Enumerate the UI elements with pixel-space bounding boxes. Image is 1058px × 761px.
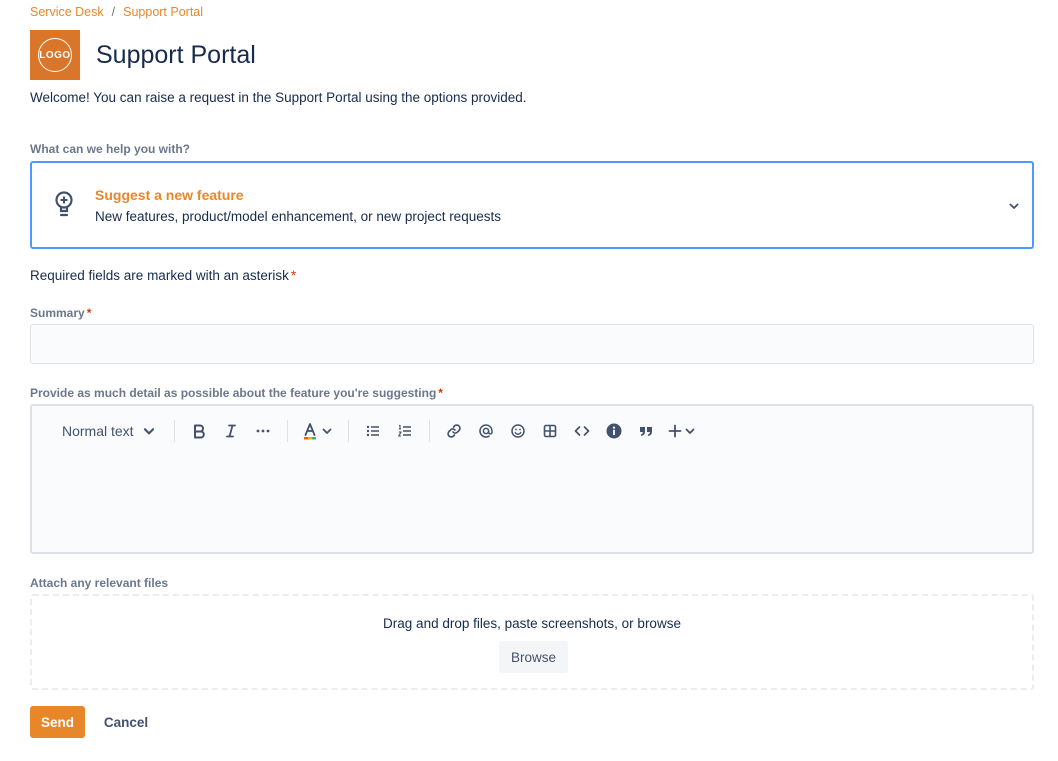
request-type-title: Suggest a new feature: [95, 187, 244, 203]
send-button[interactable]: Send: [30, 706, 85, 738]
detail-label: Provide as much detail as possible about…: [30, 386, 443, 400]
toolbar-divider: [173, 420, 175, 442]
attach-label: Attach any relevant files: [30, 576, 169, 590]
more-formatting-icon: [256, 429, 269, 433]
request-type-select[interactable]: Suggest a new feature New features, prod…: [30, 161, 1034, 249]
summary-asterisk: *: [86, 306, 92, 320]
detail-editor-textarea[interactable]: [32, 456, 1032, 552]
code-button[interactable]: [566, 417, 598, 445]
chevron-down-icon: [685, 428, 694, 434]
link-icon: [446, 424, 461, 438]
browse-button[interactable]: Browse: [499, 641, 568, 673]
file-dropzone[interactable]: Drag and drop files, paste screenshots, …: [30, 594, 1034, 690]
table-button[interactable]: [534, 417, 566, 445]
table-icon: [543, 424, 556, 438]
more-formatting-button[interactable]: [247, 417, 279, 445]
breadcrumb-service-desk[interactable]: Service Desk: [30, 5, 104, 19]
info-panel-button[interactable]: [598, 417, 630, 445]
chevron-down-icon: [143, 428, 154, 435]
text-color-icon: [304, 423, 317, 440]
chevron-down-icon: [1009, 203, 1019, 209]
summary-input[interactable]: [30, 324, 1034, 364]
summary-label: Summary *: [30, 306, 91, 320]
logo-text: LOGO: [39, 49, 71, 61]
summary-label-text: Summary: [30, 306, 85, 320]
text-color-button[interactable]: [296, 417, 340, 445]
editor-toolbar: Normal text: [32, 406, 1032, 456]
bold-button[interactable]: [183, 417, 215, 445]
mention-icon: [478, 424, 493, 438]
required-fields-note: Required fields are marked with an aster…: [30, 268, 296, 283]
emoji-button[interactable]: [502, 417, 534, 445]
breadcrumb-separator: /: [111, 5, 116, 19]
code-icon: [574, 426, 589, 436]
insert-plus-icon: [668, 424, 681, 438]
breadcrumb-support-portal[interactable]: Support Portal: [123, 5, 203, 19]
detail-editor: Normal text: [30, 404, 1034, 554]
quote-button[interactable]: [630, 417, 662, 445]
portal-logo: LOGO: [30, 30, 80, 80]
detail-asterisk: *: [438, 386, 443, 400]
detail-label-text: Provide as much detail as possible about…: [30, 386, 437, 400]
breadcrumb: Service Desk / Support Portal: [30, 5, 203, 19]
request-type-label: What can we help you with?: [30, 142, 191, 156]
lightbulb-icon: [55, 191, 73, 217]
toolbar-divider: [286, 420, 288, 442]
text-style-dropdown[interactable]: Normal text: [52, 417, 166, 445]
link-button[interactable]: [438, 417, 470, 445]
insert-more-button[interactable]: [662, 417, 702, 445]
numbered-list-button[interactable]: [389, 417, 421, 445]
logo-badge: LOGO: [38, 38, 72, 72]
numbered-list-icon: [397, 424, 411, 437]
quote-icon: [639, 427, 652, 436]
italic-icon: [225, 424, 236, 438]
cancel-button[interactable]: Cancel: [96, 706, 156, 738]
toolbar-divider: [428, 420, 430, 442]
italic-button[interactable]: [215, 417, 247, 445]
page-title: Support Portal: [96, 41, 256, 69]
info-icon: [606, 423, 622, 439]
bullet-list-button[interactable]: [357, 417, 389, 445]
required-note-text: Required fields are marked with an aster…: [30, 268, 289, 283]
toolbar-divider: [347, 420, 349, 442]
dropzone-text: Drag and drop files, paste screenshots, …: [383, 616, 681, 631]
request-type-description: New features, product/model enhancement,…: [95, 209, 501, 224]
required-asterisk: *: [290, 268, 297, 283]
bold-icon: [193, 424, 205, 439]
welcome-message: Welcome! You can raise a request in the …: [30, 90, 527, 105]
bullet-list-icon: [366, 425, 379, 437]
chevron-down-icon: [322, 428, 332, 434]
text-style-label: Normal text: [62, 423, 134, 439]
mention-button[interactable]: [470, 417, 502, 445]
emoji-icon: [510, 424, 525, 438]
